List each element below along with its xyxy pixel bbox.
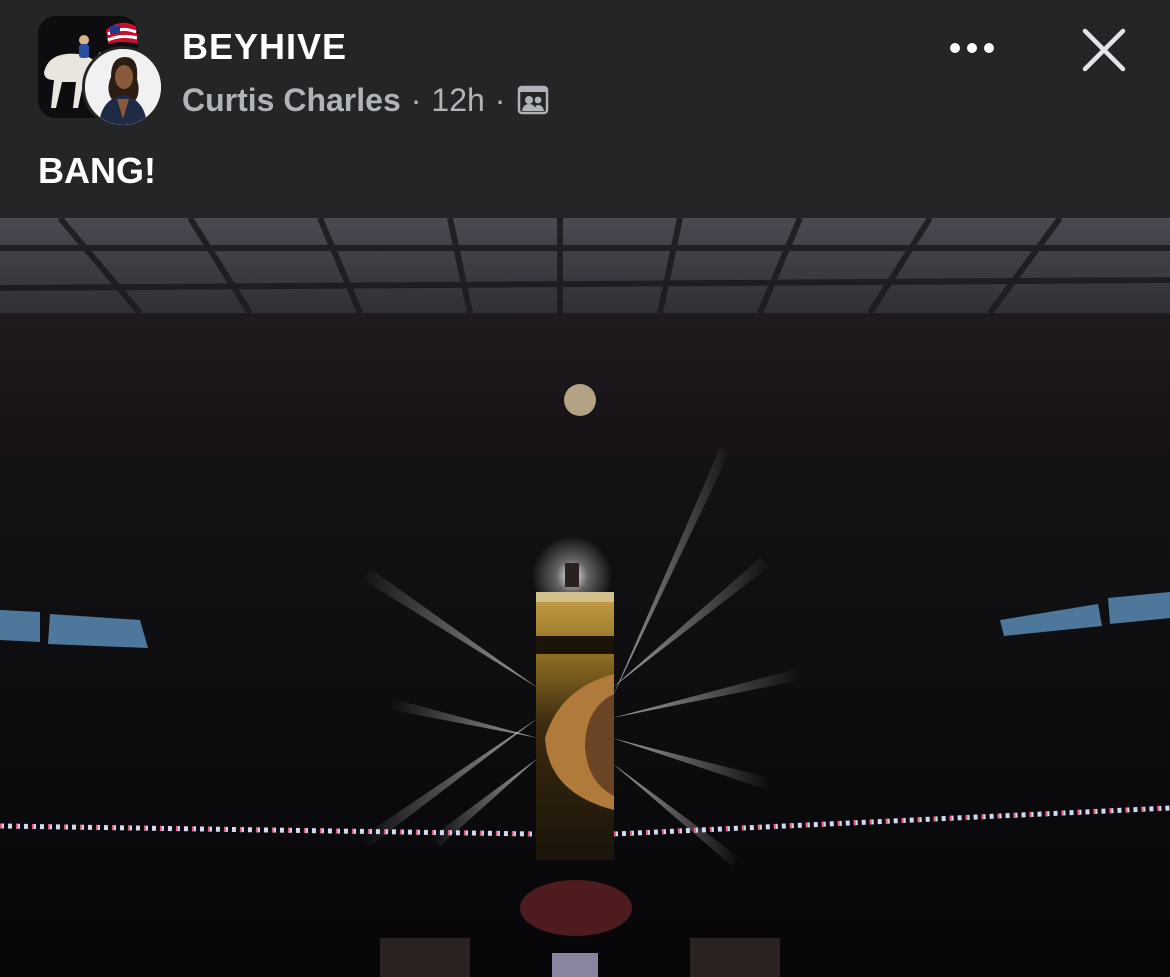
meta-separator: ·	[494, 81, 506, 118]
post-meta: Curtis Charles · 12h ·	[182, 80, 549, 120]
avatar-group[interactable]	[38, 16, 164, 128]
post-header: BEYHIVE Curtis Charles · 12h · BANG!	[0, 0, 1170, 218]
close-icon	[1082, 28, 1126, 72]
post-time[interactable]: 12h	[431, 82, 484, 119]
close-button[interactable]	[1078, 24, 1130, 76]
post-photo[interactable]	[0, 218, 1170, 977]
post-text: BANG!	[38, 150, 156, 191]
group-name[interactable]: BEYHIVE	[182, 26, 347, 68]
meta-separator: ·	[410, 81, 422, 118]
more-horizontal-icon	[950, 43, 994, 53]
group-audience-icon	[517, 84, 549, 116]
user-avatar[interactable]	[82, 46, 164, 128]
more-options-button[interactable]	[942, 30, 1002, 66]
author-name[interactable]: Curtis Charles	[182, 82, 401, 119]
